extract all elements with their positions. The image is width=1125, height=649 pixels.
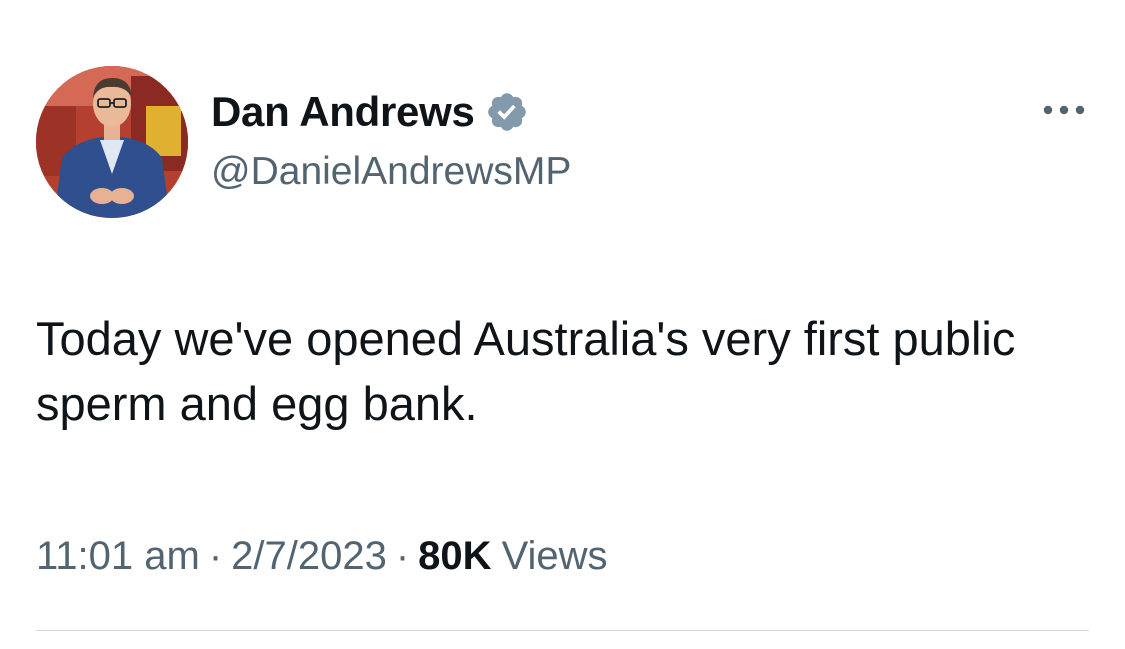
tweet-date[interactable]: 2/7/2023 [231, 534, 387, 579]
tweet-meta: 11:01 am · 2/7/2023 · 80K Views [36, 534, 608, 579]
views-count[interactable]: 80K [418, 534, 491, 579]
tweet-time[interactable]: 11:01 am [36, 534, 200, 579]
avatar-image [36, 66, 188, 218]
tweet-text: Today we've opened Australia's very firs… [36, 312, 1016, 430]
tweet-card: Dan Andrews @DanielAndrewsMP Today we've… [0, 0, 1125, 649]
avatar[interactable] [36, 66, 188, 218]
divider [36, 630, 1089, 631]
verified-badge-icon[interactable] [485, 90, 529, 134]
views-label[interactable]: Views [502, 534, 608, 579]
author-name-row: Dan Andrews [211, 84, 529, 140]
author-name[interactable]: Dan Andrews [211, 88, 475, 136]
more-horizontal-icon[interactable] [1036, 92, 1092, 128]
author-handle[interactable]: @DanielAndrewsMP [211, 150, 571, 194]
meta-separator: · [395, 534, 410, 578]
meta-separator: · [208, 534, 223, 578]
